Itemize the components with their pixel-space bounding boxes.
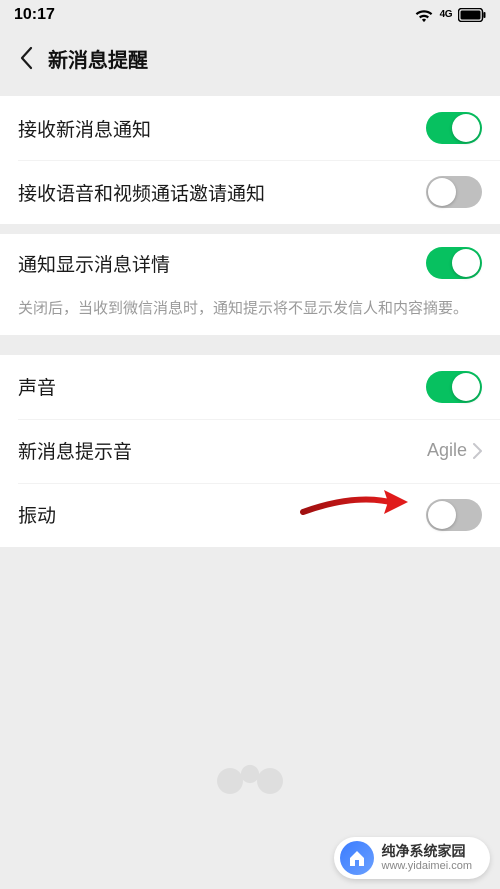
toggle-sound[interactable] [426, 371, 482, 403]
toggle-vibrate[interactable] [426, 499, 482, 531]
row-show-detail[interactable]: 通知显示消息详情 [0, 234, 500, 298]
chevron-left-icon [19, 46, 33, 70]
wifi-icon [414, 7, 434, 23]
row-label: 通知显示消息详情 [18, 250, 426, 277]
battery-icon [458, 8, 486, 22]
row-show-detail-desc: 关闭后，当收到微信消息时，通知提示将不显示发信人和内容摘要。 [0, 298, 500, 335]
chevron-right-icon [473, 443, 482, 459]
status-time: 10:17 [14, 6, 55, 24]
row-tone[interactable]: 新消息提示音 Agile [0, 419, 500, 483]
nav-bar: 新消息提醒 [0, 30, 500, 86]
row-sound[interactable]: 声音 [0, 355, 500, 419]
back-button[interactable] [10, 42, 42, 74]
row-receive-call-notify[interactable]: 接收语音和视频通话邀请通知 [0, 160, 500, 224]
row-vibrate[interactable]: 振动 [0, 483, 500, 547]
row-value: Agile [427, 440, 467, 461]
toggle-receive-msg[interactable] [426, 112, 482, 144]
row-label: 接收语音和视频通话邀请通知 [18, 179, 426, 206]
row-label: 振动 [18, 501, 426, 528]
watermark-title: 纯净系统家园 [382, 844, 472, 859]
row-label: 声音 [18, 373, 426, 400]
row-receive-msg-notify[interactable]: 接收新消息通知 [0, 96, 500, 160]
watermark-badge: 纯净系统家园 www.yidaimei.com [334, 837, 490, 879]
watermark-subtitle: www.yidaimei.com [382, 860, 472, 872]
status-icons: 4G [414, 7, 486, 23]
toggle-show-detail[interactable] [426, 247, 482, 279]
signal-4g-icon: 4G [440, 10, 452, 20]
page-title: 新消息提醒 [48, 44, 148, 73]
row-label: 接收新消息通知 [18, 115, 426, 142]
status-bar: 10:17 4G [0, 0, 500, 30]
toggle-receive-call[interactable] [426, 176, 482, 208]
watermark-logo-icon [340, 841, 374, 875]
row-label: 新消息提示音 [18, 437, 427, 464]
background-watermark-icon [220, 768, 280, 794]
